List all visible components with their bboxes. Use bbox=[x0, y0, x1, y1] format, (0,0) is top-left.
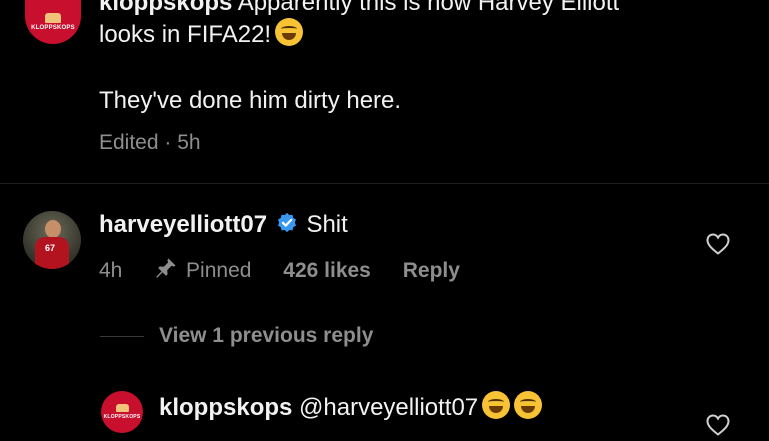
avatar[interactable]: KLOPPSKOPS bbox=[101, 391, 143, 433]
avatar[interactable]: 67 bbox=[23, 211, 81, 269]
comment-text-line: harveyelliott07 Shit bbox=[99, 210, 348, 242]
rofl-emoji-icon bbox=[275, 18, 304, 46]
comment-text: Apparently this is now Harvey Elliott bbox=[237, 0, 620, 16]
username[interactable]: kloppskops bbox=[99, 0, 232, 16]
logo-icon bbox=[45, 13, 61, 23]
username[interactable]: kloppskops bbox=[159, 394, 292, 421]
comment-meta-row: 4h Pinned 426 likes Reply bbox=[99, 256, 460, 286]
avatar-head bbox=[45, 220, 61, 238]
logo-icon bbox=[115, 404, 129, 412]
comment-text-first-line: kloppskops Apparently this is now Harvey… bbox=[99, 0, 619, 18]
username[interactable]: harveyelliott07 bbox=[99, 211, 267, 238]
avatar-logo-text: KLOPPSKOPS bbox=[103, 414, 141, 420]
reply-button[interactable]: Reply bbox=[403, 259, 460, 282]
comment-meta: Edited · 5h bbox=[99, 131, 201, 154]
verified-badge-icon bbox=[276, 212, 298, 242]
reply-text-line: kloppskops @harveyelliott07 bbox=[159, 391, 543, 423]
comment-text: Shit bbox=[306, 211, 348, 238]
rofl-emoji-icon bbox=[482, 391, 511, 419]
timestamp: 4h bbox=[99, 259, 123, 282]
comment-text-third-line: They've done him dirty here. bbox=[99, 87, 402, 114]
comment-text: looks in FIFA22! bbox=[99, 21, 272, 48]
pinned-label: Pinned bbox=[186, 259, 252, 282]
divider bbox=[0, 183, 769, 184]
avatar-shirt bbox=[35, 237, 69, 269]
comment-text-second-line: looks in FIFA22! bbox=[99, 18, 304, 50]
heart-icon[interactable] bbox=[706, 414, 730, 441]
mention-link[interactable]: @harveyelliott07 bbox=[299, 394, 478, 421]
avatar-number: 67 bbox=[45, 243, 56, 253]
rofl-emoji-icon bbox=[514, 391, 543, 419]
pin-icon bbox=[154, 256, 178, 286]
thread-line bbox=[100, 336, 144, 337]
likes-count[interactable]: 426 likes bbox=[283, 259, 371, 282]
view-replies-button[interactable]: View 1 previous reply bbox=[159, 324, 373, 348]
avatar-logo-text: KLOPPSKOPS bbox=[31, 25, 75, 31]
heart-icon[interactable] bbox=[706, 233, 730, 260]
avatar[interactable]: KLOPPSKOPS bbox=[25, 0, 81, 44]
